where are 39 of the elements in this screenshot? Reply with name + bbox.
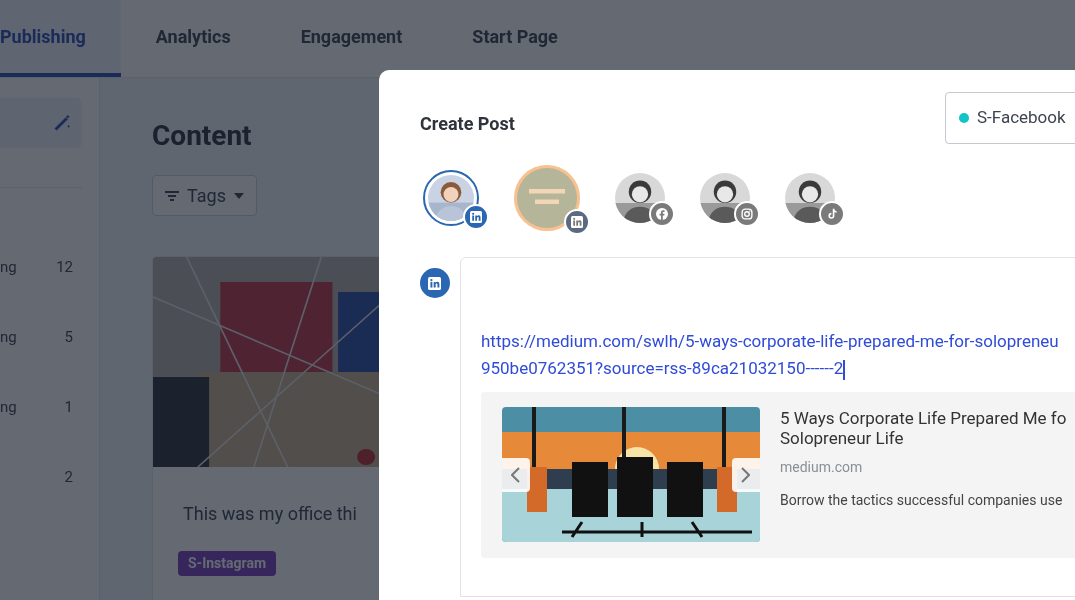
- chevron-left-icon: [511, 467, 521, 483]
- post-link[interactable]: https://medium.com/swlh/5-ways-corporate-life-prepared-me-for-solopreneu 950be0762351?source=rss-89ca21032150------2: [480, 328, 1075, 382]
- preview-title: 5 Ways Corporate Life Prepared Me fo Solopreneur Life: [779, 408, 1067, 448]
- nav-tab[interactable]: Publishing: [0, 0, 121, 77]
- sidebar-item-label[interactable]: ng: [0, 325, 17, 349]
- magic-wand-icon: [52, 113, 72, 133]
- channel-select[interactable]: S-Facebook: [945, 92, 1075, 144]
- post-text: This was my office thi: [183, 502, 358, 526]
- instagram-icon: [741, 208, 753, 220]
- nav-tab[interactable]: Start Page: [437, 0, 593, 77]
- preview-description: Borrow the tactics successful companies use: [779, 491, 1064, 510]
- tags-filter-button[interactable]: Tags: [152, 175, 257, 216]
- next-button[interactable]: [731, 458, 760, 492]
- sidebar-item-count: 2: [64, 466, 73, 488]
- sidebar-item-label[interactable]: ng: [0, 395, 17, 419]
- previous-button[interactable]: [501, 458, 530, 492]
- sidebar-item-label[interactable]: ng: [0, 255, 17, 279]
- caret-icon: [233, 192, 244, 199]
- linkedin-icon: [428, 276, 442, 290]
- account-avatar[interactable]: [514, 165, 590, 235]
- post-editor[interactable]: [459, 257, 1075, 597]
- account-avatar[interactable]: [785, 173, 845, 227]
- chevron-right-icon: [741, 467, 751, 483]
- sidebar-item-count: 1: [64, 396, 73, 418]
- linkedin-icon: [571, 216, 583, 228]
- tiktok-icon: [826, 208, 838, 220]
- page-title: Content: [152, 118, 253, 154]
- preview-domain: medium.com: [779, 458, 864, 477]
- filter-icon: [165, 189, 179, 202]
- linkedin-icon: [470, 211, 482, 223]
- sidebar-item-count: 12: [56, 256, 73, 278]
- nav-tab[interactable]: Engagement: [265, 0, 438, 77]
- facebook-icon: [656, 208, 668, 220]
- channel-tag: S-Instagram: [178, 551, 277, 576]
- account-avatar[interactable]: [615, 173, 675, 227]
- dialog-title: Create Post: [420, 111, 515, 136]
- account-avatar[interactable]: [423, 170, 489, 230]
- sidebar-item-count: 5: [64, 326, 73, 348]
- account-avatar[interactable]: [700, 173, 760, 227]
